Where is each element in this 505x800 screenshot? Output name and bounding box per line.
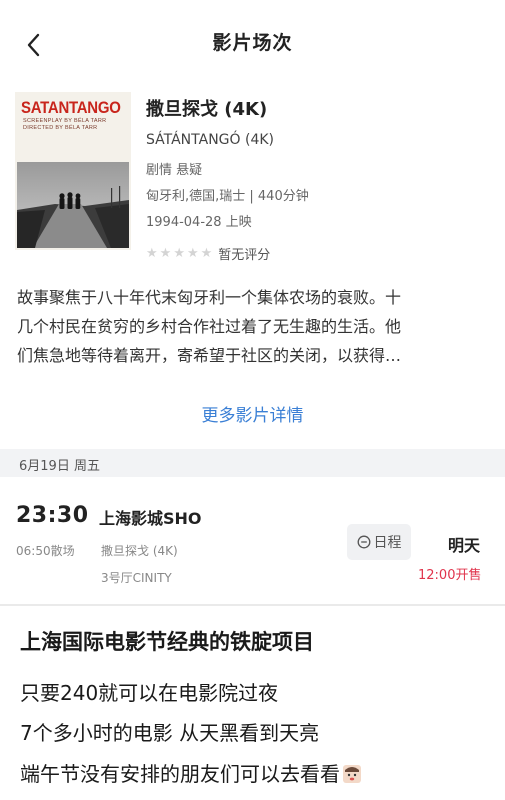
star-icon: ★ xyxy=(200,245,213,261)
movie-title: 撒旦探戈 (4K) xyxy=(146,99,268,120)
show-day: 明天 xyxy=(448,536,481,555)
movie-release-date: 1994-04-28 上映 xyxy=(146,215,252,230)
movie-poster[interactable]: SATANTANGO SCREENPLAY BY BÉLA TARR DIREC… xyxy=(15,92,131,250)
sale-time: 12:00开售 xyxy=(418,568,482,583)
rating: ★ ★ ★ ★ ★ 暂无评分 xyxy=(146,244,271,263)
rating-stars: ★ ★ ★ ★ ★ xyxy=(146,247,212,260)
show-hall: 3号厅CINITY xyxy=(101,571,172,585)
movie-meta: 匈牙利,德国,瑞士 | 440分钟 xyxy=(146,189,309,204)
star-icon: ★ xyxy=(186,245,199,261)
add-to-schedule-button[interactable]: 日程 xyxy=(347,524,411,560)
synopsis: 故事聚焦于八十年代末匈牙利一个集体农场的衰败。十 几个村民在贫穷的乡村合作社过着… xyxy=(17,283,493,370)
more-details-link[interactable]: 更多影片详情 xyxy=(0,401,505,426)
synopsis-line: 几个村民在贫穷的乡村合作社过着了无生趣的生活。他 xyxy=(17,317,402,336)
star-icon: ★ xyxy=(159,245,172,261)
caption-line: 7个多小时的电影 从天黑看到天亮 xyxy=(20,721,320,745)
minus-circle-icon xyxy=(357,535,370,549)
cinema-name: 上海影城SHO xyxy=(99,509,202,528)
caption-line: 只要240就可以在电影院过夜 xyxy=(20,681,279,705)
poster-image xyxy=(17,162,129,248)
synopsis-line: 们焦急地等待着离开，寄希望于社区的关闭，以获得… xyxy=(17,346,402,365)
face-emoji-icon xyxy=(343,765,361,783)
show-end-time: 06:50散场 xyxy=(16,544,75,558)
star-icon: ★ xyxy=(173,245,185,261)
page-title: 影片场次 xyxy=(212,32,293,54)
show-movie-title: 撒旦探戈 (4K) xyxy=(101,544,178,558)
rating-text: 暂无评分 xyxy=(218,247,271,263)
caption-text: 端午节没有安排的朋友们可以去看看 xyxy=(20,762,340,786)
star-icon: ★ xyxy=(146,245,158,261)
show-start-time: 23:30 xyxy=(16,503,89,528)
caption-line-with-emoji: 端午节没有安排的朋友们可以去看看 xyxy=(20,758,500,787)
date-label: 6月19日 周五 xyxy=(19,459,100,474)
divider xyxy=(0,604,505,606)
schedule-label: 日程 xyxy=(373,535,402,551)
movie-original-title: SÁTÁNTANGÓ (4K) xyxy=(146,132,274,148)
caption-line: 上海国际电影节经典的铁腚项目 xyxy=(20,630,314,654)
header: 影片场次 xyxy=(0,0,505,86)
date-bar: 6月19日 周五 xyxy=(0,449,505,477)
movie-genre: 剧情 悬疑 xyxy=(146,163,203,178)
synopsis-line: 故事聚焦于八十年代末匈牙利一个集体农场的衰败。十 xyxy=(17,288,402,307)
